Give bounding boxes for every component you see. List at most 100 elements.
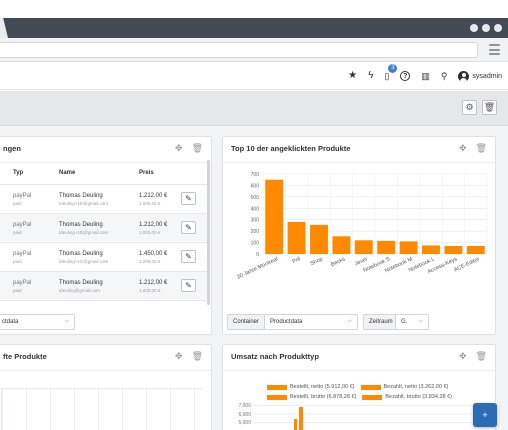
bar[interactable] bbox=[399, 241, 418, 254]
y-tick-label: 700 bbox=[251, 172, 260, 178]
customer-name: Thomas Deuling bbox=[59, 193, 103, 199]
price: 1.212,00 € bbox=[139, 280, 168, 286]
edit-icon[interactable]: ✎ bbox=[181, 279, 196, 292]
price-net: 1.200,00 € bbox=[139, 259, 161, 264]
settings-gear-icon[interactable]: ⚙ bbox=[462, 100, 477, 115]
price-net: 1.000,00 € bbox=[139, 230, 161, 235]
legend-item: Bezahlt, brutto (3.834,28 €) bbox=[385, 394, 452, 400]
customer-name: Thomas Deuling bbox=[59, 251, 103, 257]
move-icon[interactable]: ✥ bbox=[175, 351, 183, 362]
y-tick-label: 300 bbox=[251, 218, 260, 224]
window-dot-icon[interactable] bbox=[482, 24, 490, 32]
payment-type: payPal bbox=[13, 222, 32, 228]
zeitraum-select[interactable]: G. ⌵ bbox=[395, 314, 429, 330]
grid-icon[interactable]: ▥ bbox=[421, 71, 430, 81]
table-row[interactable]: payPal paid Thomas Deuling tdeuling@gmail.… bbox=[0, 271, 208, 299]
chevron-down-icon: ⌵ bbox=[64, 318, 69, 324]
y-tick-label: 0 bbox=[256, 252, 259, 258]
x-tick-label: Becks bbox=[330, 256, 346, 268]
price-net: 1.000,00 € bbox=[139, 201, 161, 206]
col-name: Name bbox=[59, 170, 76, 176]
trash-icon[interactable]: 🗑 bbox=[476, 351, 487, 362]
container-select-value: ctdata bbox=[2, 319, 19, 325]
y-tick-label: 500 bbox=[251, 195, 260, 201]
edit-icon[interactable]: ✎ bbox=[181, 221, 196, 234]
x-tick-label: Pril bbox=[292, 256, 302, 265]
bar[interactable] bbox=[287, 222, 306, 254]
browser-titlebar bbox=[0, 18, 508, 38]
y-tick-label: 200 bbox=[251, 229, 260, 235]
trash-icon[interactable]: 🗑 bbox=[476, 143, 487, 154]
zeitraum-select-value: G. bbox=[401, 319, 408, 325]
y-tick-label: 600 bbox=[251, 183, 260, 189]
bar[interactable] bbox=[422, 245, 440, 254]
bar[interactable] bbox=[466, 246, 485, 254]
help-icon[interactable]: ? bbox=[400, 71, 411, 81]
price: 1.212,00 € bbox=[139, 193, 168, 199]
customer-email: tdeuling@gmail.com bbox=[59, 288, 100, 293]
bar[interactable] bbox=[332, 236, 351, 254]
username: sysadmin bbox=[472, 72, 502, 80]
search-icon[interactable]: ⚲ bbox=[441, 71, 448, 81]
table-row[interactable]: payPal paid Thomas Deuling tdeuling+1D@gma… bbox=[0, 213, 208, 241]
umsatz-bar bbox=[299, 407, 303, 430]
customer-name: Thomas Deuling bbox=[59, 280, 103, 286]
y-tick-label: 100 bbox=[251, 241, 260, 247]
move-icon[interactable]: ✥ bbox=[175, 143, 183, 154]
table-row[interactable]: payPal paid Thomas Deuling tdeuling+1E@gma… bbox=[0, 184, 208, 212]
umsatz-panel: Umsatz nach Produkttyp ✥ 🗑 Bestellt, net… bbox=[222, 344, 496, 430]
panel-title: fte Produkte bbox=[3, 352, 47, 361]
move-icon[interactable]: ✥ bbox=[459, 351, 467, 362]
star-icon[interactable]: ★ bbox=[348, 71, 357, 81]
y-tick-label: 7,000 bbox=[238, 403, 251, 409]
address-bar[interactable] bbox=[0, 42, 478, 58]
trash-icon[interactable]: 🗑 bbox=[482, 100, 497, 115]
customer-name: Thomas Deuling bbox=[59, 222, 103, 228]
payment-status: paid bbox=[13, 259, 22, 264]
col-preis: Preis bbox=[139, 170, 154, 176]
browser-menu-icon[interactable] bbox=[489, 44, 500, 55]
document-icon[interactable]: ▯ 3 bbox=[384, 63, 398, 81]
customer-email: tdeuling+1D@gmail.com bbox=[59, 230, 109, 235]
dashboard-toolbar: ⚙ 🗑 bbox=[0, 91, 508, 126]
bar[interactable] bbox=[377, 240, 396, 254]
col-typ: Typ bbox=[13, 170, 24, 176]
y-tick-label: 400 bbox=[251, 206, 260, 212]
umsatz-bar bbox=[294, 419, 297, 430]
browser-toolbar bbox=[0, 38, 508, 62]
page-scrollbar[interactable] bbox=[502, 126, 508, 430]
bar[interactable] bbox=[265, 179, 284, 254]
bestseller-panel: fte Produkte ✥ 🗑 bbox=[0, 344, 212, 430]
y-tick-label: 5,000 bbox=[238, 420, 251, 426]
table-row[interactable]: payPal paid Thomas Deuling tdeuling+1C@gma… bbox=[0, 242, 208, 270]
bestseller-chart-grid bbox=[1, 388, 203, 430]
payment-status: paid bbox=[13, 230, 22, 235]
notification-badge: 3 bbox=[388, 63, 398, 73]
umsatz-legend: Bestellt, netto (5.912,00 €) Bezahlt, ne… bbox=[267, 382, 452, 402]
user-icon bbox=[458, 70, 470, 82]
table-scrollbar[interactable] bbox=[207, 160, 210, 305]
window-dot-icon[interactable] bbox=[470, 24, 478, 32]
y-tick-label: 6,000 bbox=[238, 411, 251, 418]
customer-email: tdeuling+1C@gmail.com bbox=[59, 259, 109, 264]
panel-title: Umsatz nach Produkttyp bbox=[231, 352, 319, 361]
window-dot-icon[interactable] bbox=[494, 24, 502, 32]
add-widget-button[interactable]: + bbox=[473, 403, 497, 427]
edit-icon[interactable]: ✎ bbox=[181, 192, 196, 205]
bar[interactable] bbox=[444, 246, 463, 254]
payment-status: paid bbox=[13, 288, 22, 293]
container-select[interactable]: ctdata ⌵ bbox=[0, 314, 75, 330]
trash-icon[interactable]: 🗑 bbox=[192, 351, 203, 362]
container-select[interactable]: Productdata ⌵ bbox=[264, 314, 358, 330]
top10-bar-chart: 0 100 200 300 400 500 600 700 20 Jahre Montreal P… bbox=[236, 172, 488, 281]
zeitraum-label: Zeitraum bbox=[363, 314, 399, 330]
user-menu[interactable]: sysadmin bbox=[458, 70, 502, 82]
payment-type: payPal bbox=[13, 193, 32, 199]
trash-icon[interactable]: 🗑 bbox=[192, 143, 203, 154]
bar[interactable] bbox=[310, 224, 328, 254]
edit-icon[interactable]: ✎ bbox=[181, 250, 196, 263]
legend-item: Bestellt, brutto (6.878,28 €) bbox=[290, 394, 357, 400]
flash-icon[interactable]: ϟ bbox=[368, 71, 373, 81]
bar[interactable] bbox=[354, 240, 373, 254]
move-icon[interactable]: ✥ bbox=[459, 143, 467, 154]
